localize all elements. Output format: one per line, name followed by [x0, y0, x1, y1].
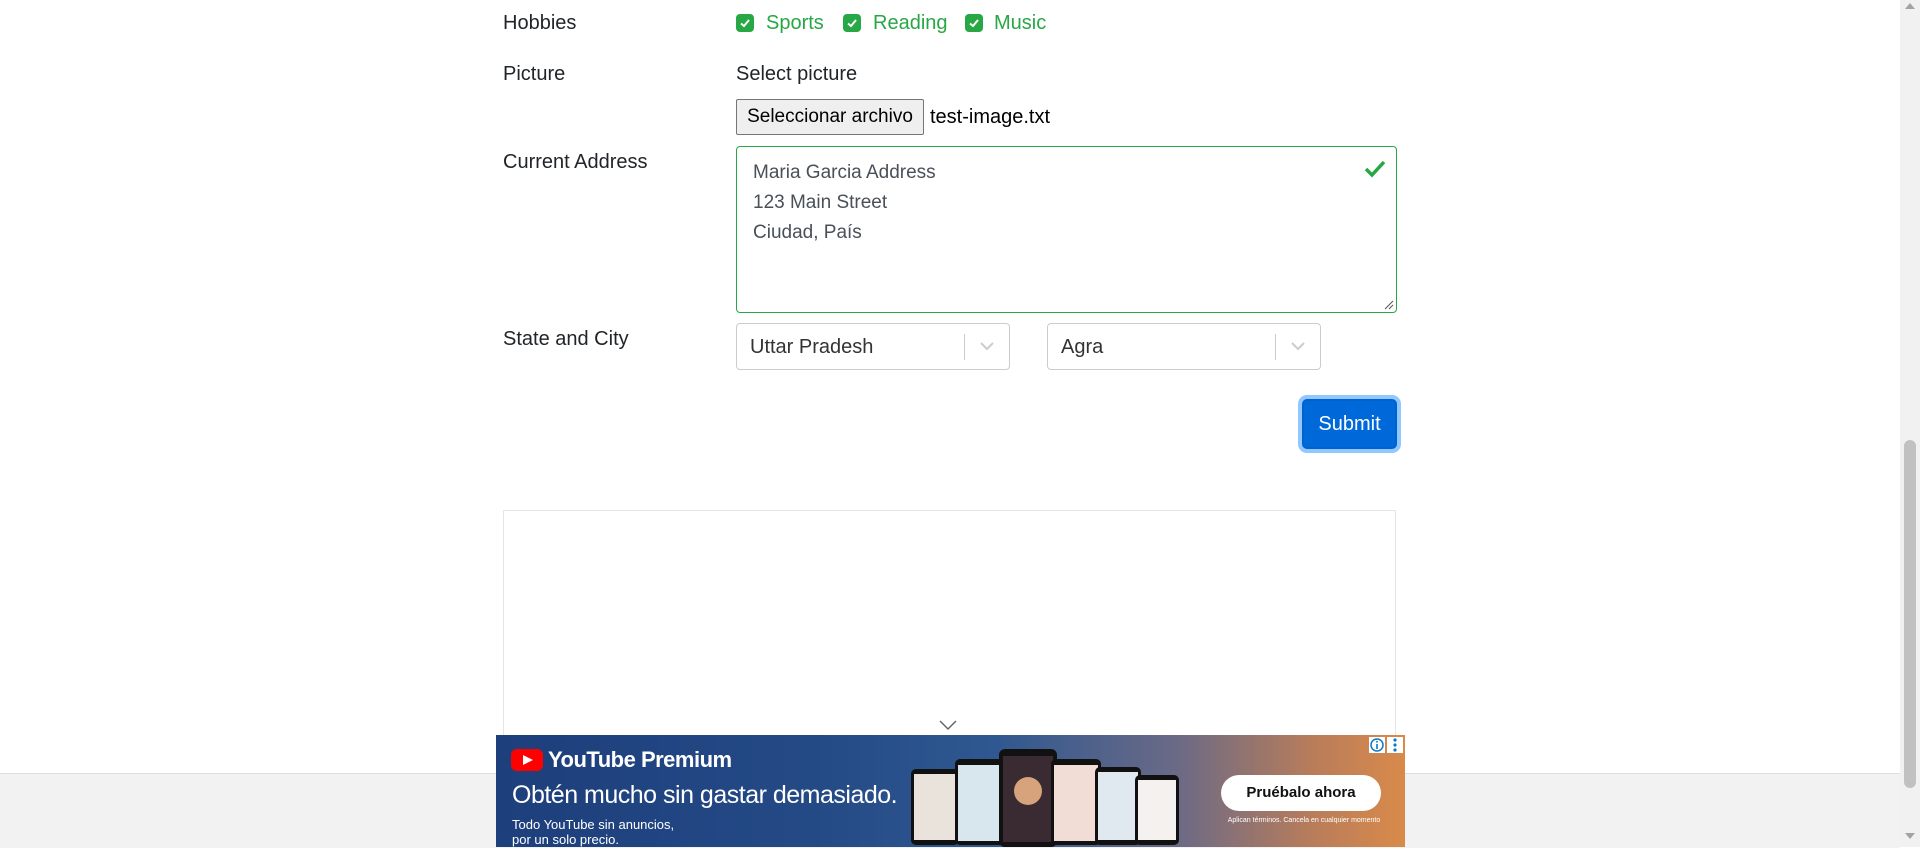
hobbies-label: Hobbies [503, 12, 577, 34]
reading-checkbox[interactable] [843, 14, 861, 32]
ad-subtext-line-1: Todo YouTube sin anuncios, [512, 817, 675, 832]
ad-subtext-line-2: por un solo precio. [512, 832, 619, 847]
chevron-down-icon [1291, 342, 1305, 351]
resize-handle-icon[interactable] [1384, 300, 1394, 310]
ad-brand: YouTube Premium [548, 747, 732, 772]
address-line-3: Ciudad, País [753, 222, 862, 243]
check-icon [740, 19, 750, 28]
play-icon [511, 749, 543, 771]
music-checkbox[interactable] [965, 14, 983, 32]
picture-label: Picture [503, 63, 566, 85]
current-address-label: Current Address [503, 151, 648, 173]
reading-label[interactable]: Reading [873, 12, 948, 35]
select-separator [1275, 334, 1276, 360]
info-icon[interactable] [1369, 737, 1385, 753]
city-select[interactable]: Agra [1047, 323, 1321, 370]
file-name: test-image.txt [930, 106, 1051, 128]
ad-headline: Obtén mucho sin gastar demasiado. [512, 781, 898, 809]
current-address-textarea[interactable]: Maria Garcia Address 123 Main Street Ciu… [736, 146, 1397, 313]
ad-banner[interactable]: YouTube Premium Obtén mucho sin gastar d… [496, 735, 1405, 847]
submit-button[interactable]: Submit [1302, 399, 1397, 449]
music-label[interactable]: Music [994, 12, 1046, 35]
file-upload-button[interactable]: Seleccionar archivo [736, 99, 924, 135]
scrollbar-thumb[interactable] [1904, 440, 1916, 788]
check-icon [1364, 160, 1386, 178]
ad-terms: Aplican términos. Cancela en cualquier m… [1227, 817, 1381, 824]
check-icon [969, 19, 979, 28]
sports-label[interactable]: Sports [766, 12, 824, 35]
sports-checkbox[interactable] [736, 14, 754, 32]
scroll-up-arrow[interactable] [1905, 3, 1915, 9]
address-line-2: 123 Main Street [753, 192, 888, 213]
chevron-down-icon[interactable] [938, 719, 958, 731]
select-picture-label: Select picture [736, 63, 858, 85]
state-value: Uttar Pradesh [750, 336, 874, 358]
city-value: Agra [1061, 336, 1104, 358]
check-icon [847, 19, 857, 28]
chevron-down-icon [980, 342, 994, 351]
ad-subtext: Todo YouTube sin anuncios, por un solo p… [512, 817, 674, 847]
select-separator [964, 334, 965, 360]
ad-cta-button[interactable]: Pruébalo ahora [1221, 775, 1381, 811]
more-vertical-icon[interactable] [1387, 737, 1403, 753]
vertical-scrollbar[interactable] [1900, 0, 1920, 847]
scroll-down-arrow[interactable] [1905, 833, 1915, 839]
state-select[interactable]: Uttar Pradesh [736, 323, 1010, 370]
address-line-1: Maria Garcia Address [753, 162, 936, 183]
ad-phones-image [911, 749, 1179, 847]
state-city-label: State and City [503, 328, 629, 350]
